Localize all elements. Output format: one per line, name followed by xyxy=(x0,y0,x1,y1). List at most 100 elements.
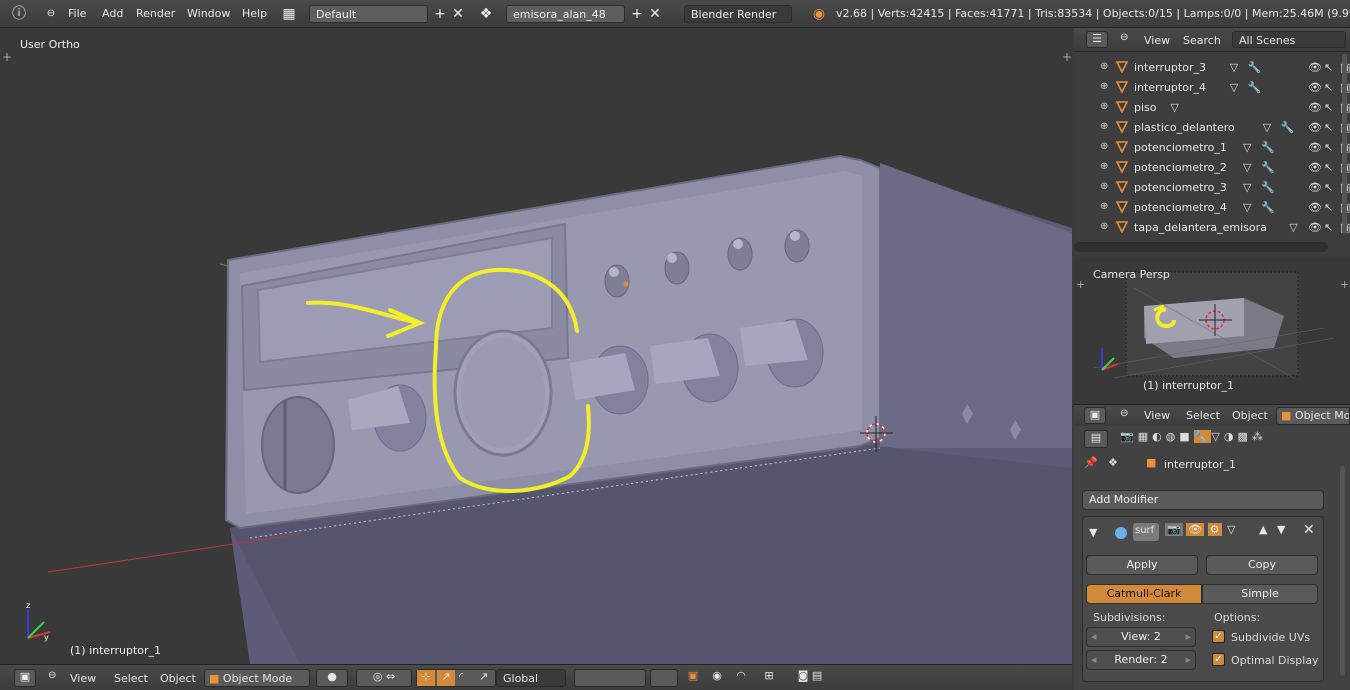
editor-type-icon[interactable]: ▣ xyxy=(14,669,36,687)
mode-dropdown[interactable]: ■ Object Mode xyxy=(204,669,310,687)
visibility-eye-icon[interactable]: 👁 xyxy=(1308,121,1322,134)
visibility-eye-icon[interactable]: 👁 xyxy=(1308,61,1322,74)
remove-modifier-icon[interactable]: ✕ xyxy=(1303,522,1315,538)
remove-scene-button[interactable]: ✕ xyxy=(646,5,664,23)
expand-icon[interactable]: ⊕ xyxy=(1100,81,1108,92)
outliner-row-name[interactable]: piso xyxy=(1134,101,1157,114)
outliner-row[interactable]: ⊕potenciometro_2👁↖▣▽🔧 xyxy=(1074,158,1350,178)
camera-collapse-icon[interactable]: ⊖ xyxy=(1120,408,1128,419)
add-layout-button[interactable]: + xyxy=(431,5,449,23)
render-engine-dropdown[interactable]: Blender Render xyxy=(684,5,792,23)
outliner-row-name[interactable]: potenciometro_3 xyxy=(1134,181,1227,194)
rotate-icon[interactable]: ◜ xyxy=(459,670,463,683)
add-modifier-dropdown[interactable]: Add Modifier xyxy=(1082,490,1324,510)
modifier-wrench-icon[interactable]: 🔧 xyxy=(1248,61,1262,74)
mesh-data-icon[interactable]: ▽ xyxy=(1243,181,1251,194)
mesh-data-icon[interactable]: ▽ xyxy=(1263,121,1271,134)
menu-add[interactable]: Add xyxy=(102,7,123,20)
info-editor-icon[interactable]: ⓘ xyxy=(10,5,28,23)
outliner-menu-search[interactable]: Search xyxy=(1183,34,1221,47)
outliner-menu-view[interactable]: View xyxy=(1144,34,1170,47)
scale-icon[interactable]: ↗ xyxy=(479,670,488,683)
modifier-wrench-icon[interactable]: 🔧 xyxy=(1281,121,1295,134)
manipulator-toggle-icon[interactable]: ⊹ xyxy=(417,670,435,686)
modifier-wrench-icon[interactable]: 🔧 xyxy=(1261,201,1275,214)
editmode-toggle-icon[interactable]: ⚙ xyxy=(1207,523,1222,536)
lock-layer-icon[interactable]: ▣ xyxy=(684,669,702,687)
view-subdivisions-field[interactable]: ◂ View: 2 ▸ xyxy=(1086,627,1196,647)
select-cursor-icon[interactable]: ↖ xyxy=(1324,161,1333,174)
modifier-wrench-icon[interactable]: 🔧 xyxy=(1261,141,1275,154)
visibility-eye-icon[interactable]: 👁 xyxy=(1308,101,1322,114)
orientation-dropdown[interactable]: Global xyxy=(496,669,566,687)
expand-icon[interactable]: ⊕ xyxy=(1100,161,1108,172)
copy-button[interactable]: Copy xyxy=(1206,555,1318,575)
visibility-eye-icon[interactable]: 👁 xyxy=(1308,81,1322,94)
scene-field[interactable]: emisora_alan_48 xyxy=(506,5,625,23)
layer-buttons-2[interactable] xyxy=(650,669,678,687)
visibility-eye-icon[interactable]: 👁 xyxy=(1308,141,1322,154)
layer-buttons[interactable] xyxy=(574,669,646,687)
select-cursor-icon[interactable]: ↖ xyxy=(1324,121,1333,134)
menu-help[interactable]: Help xyxy=(242,7,267,20)
menu-select[interactable]: Select xyxy=(114,672,148,685)
camera-menu-view[interactable]: View xyxy=(1144,409,1170,422)
collapse-icon[interactable]: ⊖ xyxy=(48,670,56,681)
outliner-row[interactable]: ⊕plastico_delantero👁↖▣▽🔧 xyxy=(1074,118,1350,138)
outliner-collapse-icon[interactable]: ⊖ xyxy=(1120,32,1128,43)
render-snapshot-icon[interactable]: ◙ ▤ xyxy=(792,669,828,687)
render-subdivisions-field[interactable]: ◂ Render: 2 ▸ xyxy=(1086,650,1196,670)
select-cursor-icon[interactable]: ↖ xyxy=(1324,61,1333,74)
properties-scrollbar[interactable] xyxy=(1340,466,1345,676)
subdivide-uvs-checkbox[interactable]: ✓ xyxy=(1212,630,1225,643)
add-scene-button[interactable]: + xyxy=(628,5,646,23)
proportional-edit-icon[interactable]: ◉ xyxy=(708,669,726,687)
outliner-row[interactable]: ⊕interruptor_3👁↖▣▽🔧 xyxy=(1074,58,1350,78)
outliner-filter-dropdown[interactable]: All Scenes xyxy=(1232,31,1346,48)
outliner-editor-icon[interactable]: ☰ xyxy=(1086,31,1108,48)
expand-icon[interactable]: ⊕ xyxy=(1100,101,1108,112)
screen-layout-icon[interactable]: ▦ xyxy=(280,5,298,23)
expand-icon[interactable]: ⊕ xyxy=(1100,221,1108,232)
visibility-eye-icon[interactable]: 👁 xyxy=(1308,161,1322,174)
collapse-menu-icon[interactable]: ⊖ xyxy=(42,5,60,23)
camera-plus-icon[interactable]: + xyxy=(1076,278,1085,291)
expand-icon[interactable]: ⊕ xyxy=(1100,141,1108,152)
pin-icon[interactable]: 📌 xyxy=(1084,456,1098,469)
mesh-data-icon[interactable]: ▽ xyxy=(1243,161,1251,174)
outliner-row-name[interactable]: potenciometro_2 xyxy=(1134,161,1227,174)
outliner-row-name[interactable]: interruptor_3 xyxy=(1134,61,1206,74)
catmull-clark-button[interactable]: Catmull-Clark xyxy=(1086,584,1202,604)
property-tabs[interactable]: 📷▦◐◍■🔧▽◑▩⁂ xyxy=(1120,430,1346,448)
expand-icon[interactable]: ⊕ xyxy=(1100,121,1108,132)
mesh-data-icon[interactable]: ▽ xyxy=(1230,61,1238,74)
modifier-wrench-icon[interactable]: 🔧 xyxy=(1248,81,1262,94)
mesh-data-icon[interactable]: ▽ xyxy=(1230,81,1238,94)
render-toggle-icon[interactable]: 📷 xyxy=(1165,523,1183,536)
mesh-data-icon[interactable]: ▽ xyxy=(1289,221,1297,234)
select-cursor-icon[interactable]: ↖ xyxy=(1324,81,1333,94)
translate-icon[interactable]: ↗ xyxy=(437,670,455,686)
outliner-row-name[interactable]: tapa_delantera_emisora xyxy=(1134,221,1267,234)
visibility-eye-icon[interactable]: 👁 xyxy=(1308,221,1322,234)
outliner-row[interactable]: ⊕potenciometro_4👁↖▣▽🔧 xyxy=(1074,198,1350,218)
menu-file[interactable]: File xyxy=(68,7,86,20)
viewport-shading-dropdown[interactable]: ● xyxy=(316,669,348,687)
properties-editor-icon[interactable]: ▤ xyxy=(1084,430,1108,448)
outliner-row[interactable]: ⊕potenciometro_3👁↖▣▽🔧 xyxy=(1074,178,1350,198)
visibility-eye-icon[interactable]: 👁 xyxy=(1308,181,1322,194)
mesh-data-icon[interactable]: ▽ xyxy=(1170,101,1178,114)
menu-object[interactable]: Object xyxy=(160,672,196,685)
properties-plus-icon[interactable]: + xyxy=(1062,50,1072,64)
mesh-data-icon[interactable]: ▽ xyxy=(1243,141,1251,154)
cage-toggle-icon[interactable]: ▽ xyxy=(1225,523,1237,536)
outliner-row-name[interactable]: interruptor_4 xyxy=(1134,81,1206,94)
snap-element-icon[interactable]: ⊞ xyxy=(756,669,782,687)
remove-layout-button[interactable]: ✕ xyxy=(449,5,467,23)
camera-menu-object[interactable]: Object xyxy=(1232,409,1268,422)
select-cursor-icon[interactable]: ↖ xyxy=(1324,141,1333,154)
select-cursor-icon[interactable]: ↖ xyxy=(1324,221,1333,234)
collapse-triangle-icon[interactable]: ▼ xyxy=(1089,526,1097,539)
modifier-wrench-icon[interactable]: 🔧 xyxy=(1261,161,1275,174)
outliner-vscrollbar[interactable] xyxy=(1342,54,1347,234)
